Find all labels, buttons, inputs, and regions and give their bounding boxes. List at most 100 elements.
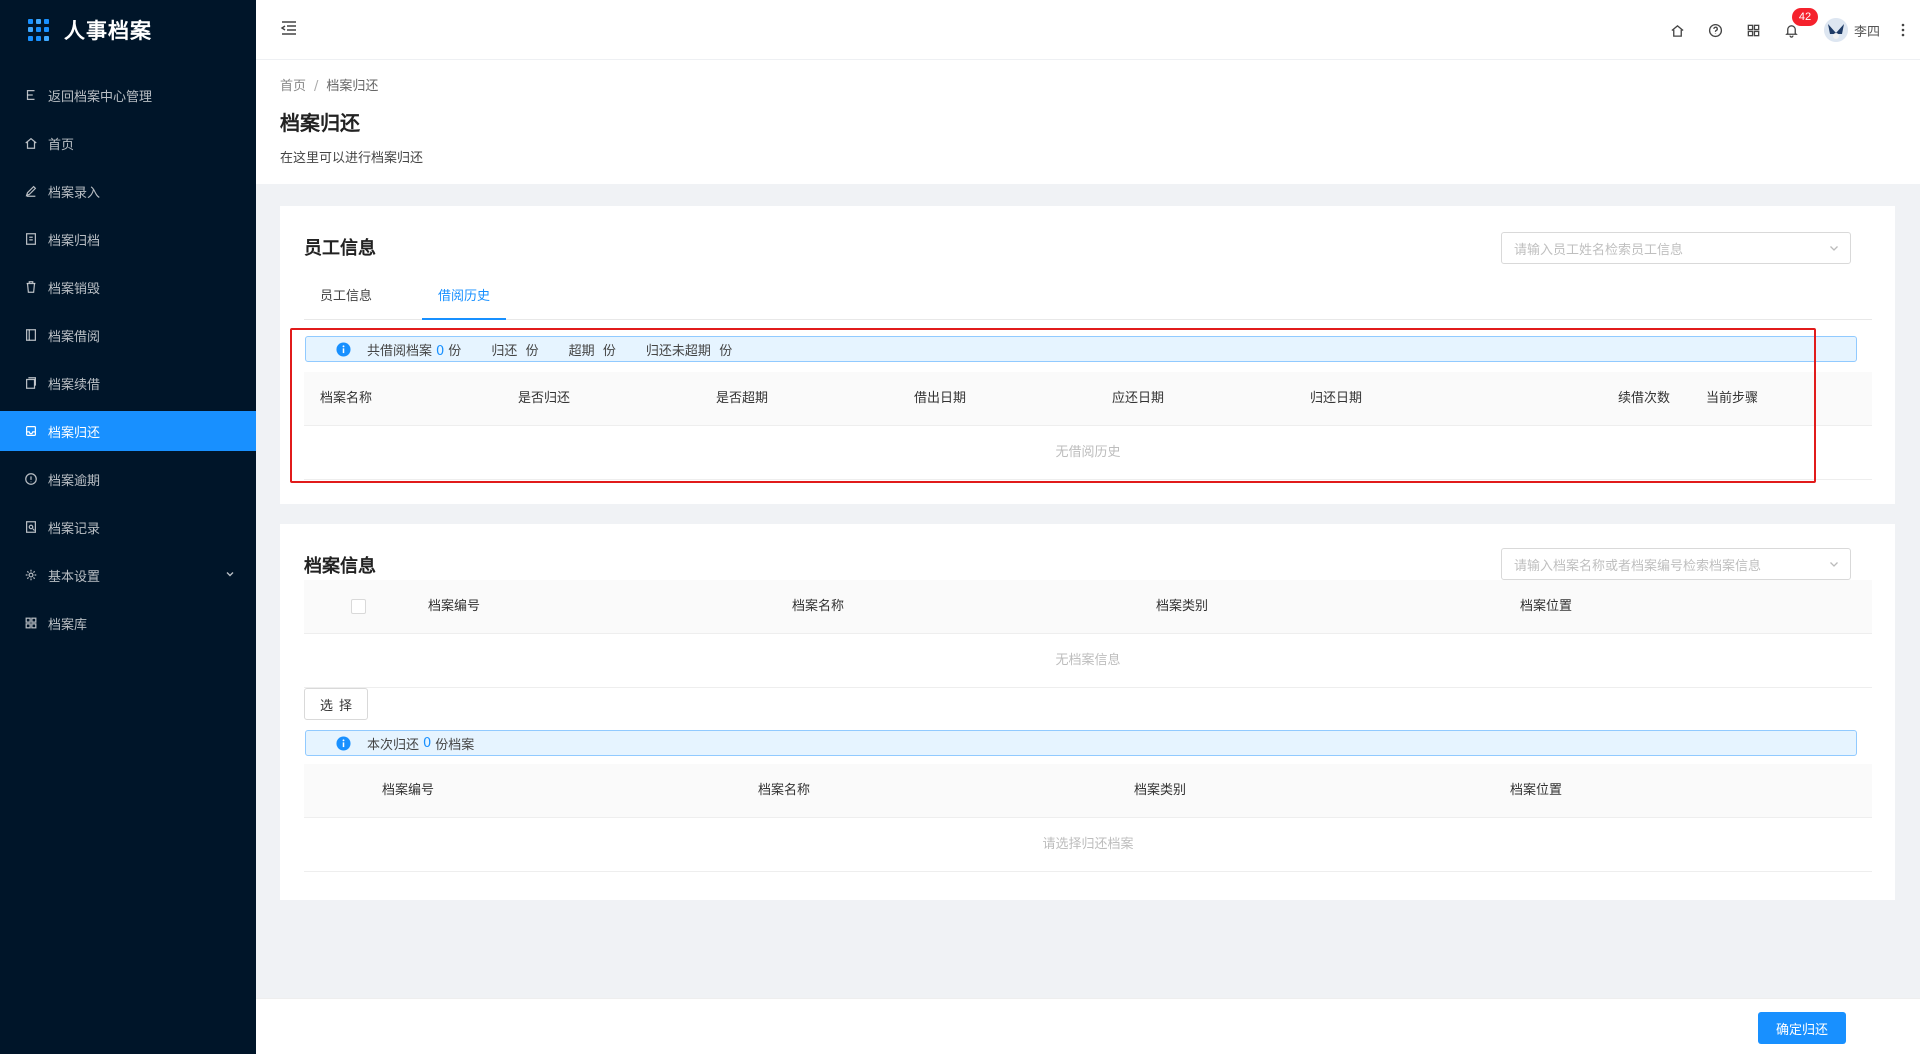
app-grid-icon	[28, 19, 50, 41]
footer-bar: 确定归还	[256, 998, 1920, 1054]
info-icon	[336, 341, 351, 357]
sidebar-item-library[interactable]: 档案库	[0, 603, 256, 643]
borrow-summary-alert: 共借阅档案 0 份 归还 份 超期 份 归还未超期 份	[305, 336, 1857, 362]
borrow-history-table: 档案名称 是否归还 是否超期 借出日期 应还日期 归还日期 续借次数 当前步骤 …	[304, 372, 1872, 480]
column-header: 续借次数	[1618, 391, 1671, 406]
table-empty-text: 无借阅历史	[304, 426, 1872, 480]
copy-icon	[24, 376, 38, 390]
avatar[interactable]	[1823, 18, 1848, 42]
chevron-down-icon	[1830, 562, 1838, 567]
return-icon	[24, 88, 38, 102]
table-header: 档案编号 档案名称 档案类别 档案位置	[304, 764, 1872, 818]
employee-card: 员工信息 请输入员工姓名检索员工信息 员工信息 借阅历史 共借阅档案 0 份 归还 …	[280, 206, 1895, 504]
page-header: 首页 / 档案归还 档案归还 在这里可以进行档案归还	[256, 60, 1920, 184]
record-icon	[24, 520, 38, 534]
column-header: 当前步骤	[1706, 391, 1759, 406]
table-header: 档案编号 档案名称 档案类别 档案位置	[304, 580, 1872, 634]
return-table: 档案编号 档案名称 档案类别 档案位置 请选择归还档案	[304, 764, 1872, 872]
return-summary-prefix: 本次归还	[367, 737, 420, 753]
sidebar-menu: 返回档案中心管理 首页 档案录入 档案归档 档案销毁 档案借阅 档案续借 档案归…	[0, 75, 256, 643]
sidebar-item-label: 返回档案中心管理	[48, 89, 153, 105]
confirm-return-button[interactable]: 确定归还	[1758, 1012, 1846, 1044]
summary-not-returned: 归还未超期 份	[646, 340, 732, 359]
summary-total-label: 共借阅档案	[367, 343, 433, 359]
breadcrumb-separator: /	[314, 79, 319, 94]
gear-icon	[24, 568, 38, 582]
column-header: 归还日期	[1310, 391, 1363, 406]
sidebar-item-borrow[interactable]: 档案借阅	[0, 315, 256, 355]
summary-total-value: 0	[436, 343, 445, 359]
sidebar-item-label: 档案续借	[48, 377, 101, 393]
column-header: 档案编号	[428, 599, 481, 614]
sidebar-item-label: 档案借阅	[48, 329, 101, 345]
sidebar-item-label: 档案逾期	[48, 473, 101, 489]
sidebar-item-label: 档案库	[48, 617, 88, 633]
column-header: 档案名称	[758, 783, 811, 798]
apps-icon[interactable]	[1746, 22, 1762, 38]
column-header: 借出日期	[914, 391, 967, 406]
sidebar-item-return-center[interactable]: 返回档案中心管理	[0, 75, 256, 115]
sidebar-item-return[interactable]: 档案归还	[0, 411, 256, 451]
sidebar-item-records[interactable]: 档案记录	[0, 507, 256, 547]
sidebar-item-entry[interactable]: 档案录入	[0, 171, 256, 211]
sidebar-item-settings[interactable]: 基本设置	[0, 555, 256, 595]
table-header: 档案名称 是否归还 是否超期 借出日期 应还日期 归还日期 续借次数 当前步骤	[304, 372, 1872, 426]
tab-employee-info[interactable]: 员工信息	[304, 276, 388, 320]
summary-returned-label: 归还	[491, 343, 518, 359]
sidebar-item-label: 档案录入	[48, 185, 101, 201]
header-actions: 42 李四	[1670, 0, 1920, 60]
bell-icon[interactable]: 42	[1784, 8, 1818, 38]
page-description: 在这里可以进行档案归还	[280, 151, 424, 166]
summary-unit: 份	[602, 343, 616, 359]
breadcrumb-current: 档案归还	[326, 79, 379, 94]
sidebar-item-label: 首页	[48, 137, 75, 153]
archive-search-select[interactable]: 请输入档案名称或者档案编号检索档案信息	[1501, 548, 1851, 580]
book-icon	[24, 328, 38, 342]
app-logo[interactable]: 人事档案	[0, 0, 256, 60]
column-header: 档案位置	[1510, 783, 1563, 798]
column-header: 档案类别	[1134, 783, 1187, 798]
sidebar-item-label: 档案归还	[48, 425, 101, 441]
breadcrumb: 首页 / 档案归还	[280, 75, 1896, 95]
column-header: 是否超期	[716, 391, 769, 406]
summary-returned: 归还 份	[491, 340, 538, 359]
select-all-checkbox[interactable]	[351, 599, 366, 614]
sidebar-item-archive[interactable]: 档案归档	[0, 219, 256, 259]
summary-overdue: 超期 份	[569, 340, 616, 359]
sidebar-item-home[interactable]: 首页	[0, 123, 256, 163]
page-title: 档案归还	[280, 111, 360, 135]
column-header: 是否归还	[518, 391, 571, 406]
select-button[interactable]: 选择	[304, 688, 368, 720]
employee-search-placeholder: 请输入员工姓名检索员工信息	[1514, 242, 1684, 258]
sidebar-item-label: 档案销毁	[48, 281, 101, 297]
user-name[interactable]: 李四	[1854, 21, 1880, 40]
breadcrumb-home[interactable]: 首页	[280, 79, 306, 94]
top-header: 42 李四	[256, 0, 1920, 60]
sidebar-item-destroy[interactable]: 档案销毁	[0, 267, 256, 307]
more-vertical-icon[interactable]	[1896, 22, 1910, 38]
home-icon[interactable]	[1670, 22, 1686, 38]
home-icon	[24, 136, 38, 150]
sidebar-item-label: 档案记录	[48, 521, 101, 537]
summary-overdue-label: 超期	[568, 343, 595, 359]
archive-card-title: 档案信息	[304, 556, 376, 577]
column-header: 应还日期	[1112, 391, 1165, 406]
trash-icon	[24, 280, 38, 294]
notification-badge: 42	[1791, 8, 1818, 26]
sidebar-item-renew[interactable]: 档案续借	[0, 363, 256, 403]
inbox-icon	[24, 424, 38, 438]
help-icon[interactable]	[1708, 22, 1724, 38]
sidebar-item-label: 档案归档	[48, 233, 101, 249]
archive-table: 档案编号 档案名称 档案类别 档案位置 无档案信息	[304, 580, 1872, 688]
table-empty-text: 无档案信息	[304, 634, 1872, 688]
summary-not-returned-label: 归还未超期	[645, 343, 711, 359]
sidebar-item-overdue[interactable]: 档案逾期	[0, 459, 256, 499]
sidebar: 人事档案 返回档案中心管理 首页 档案录入 档案归档 档案销毁 档案借阅 档案续…	[0, 0, 256, 1054]
chevron-down-icon	[226, 572, 234, 577]
column-header: 档案名称	[320, 391, 373, 406]
summary-unit: 份	[719, 343, 733, 359]
menu-fold-icon[interactable]	[280, 19, 298, 37]
tab-borrow-history[interactable]: 借阅历史	[422, 276, 507, 320]
sidebar-item-label: 基本设置	[48, 569, 101, 585]
employee-search-select[interactable]: 请输入员工姓名检索员工信息	[1501, 232, 1851, 264]
